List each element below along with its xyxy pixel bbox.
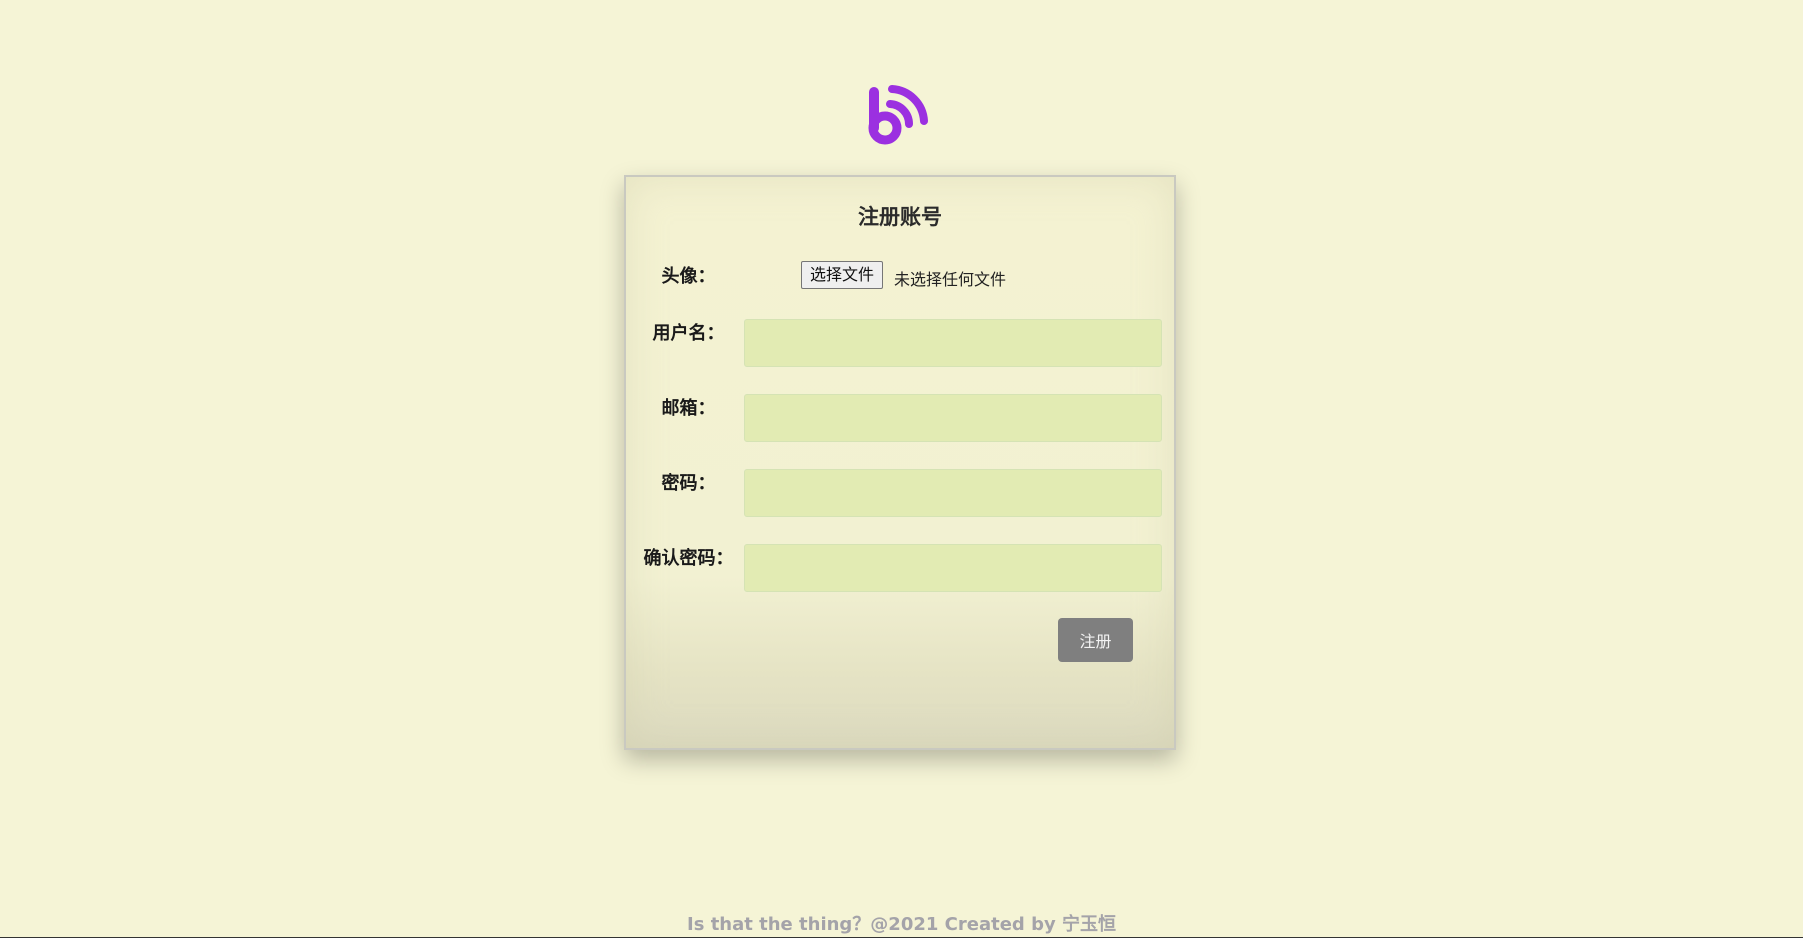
username-label: 用户名： xyxy=(652,323,725,344)
choose-file-button[interactable]: 选择文件 xyxy=(801,261,884,289)
register-card: 注册账号 头像： 选择文件 未选择任何文件 用户名： 邮箱： 密码： 确认密码：… xyxy=(624,175,1176,750)
avatar-label: 头像： xyxy=(661,266,716,287)
confirm-password-label: 确认密码： xyxy=(643,548,734,569)
password-field[interactable] xyxy=(744,469,1162,517)
blog-feed-icon xyxy=(868,85,928,145)
email-field[interactable] xyxy=(744,394,1162,442)
footer-text: Is that the thing？@2021 Created by 宁玉恒 xyxy=(687,914,1116,935)
username-field[interactable] xyxy=(744,319,1162,367)
file-status: 未选择任何文件 xyxy=(894,270,1007,289)
card-title: 注册账号 xyxy=(858,205,942,229)
confirm-password-field[interactable] xyxy=(744,544,1162,592)
password-label: 密码： xyxy=(661,473,716,494)
register-button[interactable]: 注册 xyxy=(1058,618,1133,662)
email-label: 邮箱： xyxy=(661,398,716,419)
